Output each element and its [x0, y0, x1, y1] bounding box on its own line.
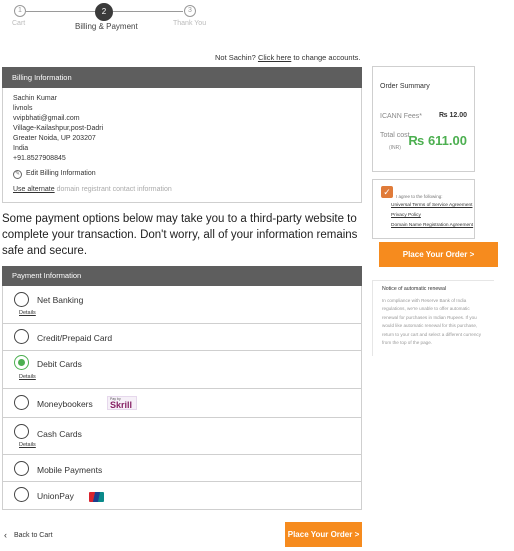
- unionpay-label[interactable]: UnionPay: [37, 491, 74, 501]
- step-thankyou-circle: 3: [184, 5, 196, 17]
- order-summary: Order Summary ICANN Fees* ₨ 12.00 Total …: [372, 66, 475, 172]
- step-cart-circle[interactable]: 1: [14, 5, 26, 17]
- moneybookers-label[interactable]: Moneybookers: [37, 399, 93, 409]
- credit-card-label[interactable]: Credit/Prepaid Card: [37, 333, 112, 343]
- billing-header: Billing Information: [2, 67, 362, 88]
- payment-security-note: Some payment options below may take you …: [2, 213, 358, 257]
- account-note-prefix: Not Sachin?: [215, 53, 256, 62]
- payment-option-moneybookers[interactable]: Moneybookers Pay by Skrill: [3, 389, 361, 418]
- net-banking-radio[interactable]: [14, 292, 29, 307]
- debit-cards-radio[interactable]: [14, 355, 29, 370]
- billing-phone: +91.8527908845: [13, 155, 66, 162]
- agree-checkbox[interactable]: ✓: [381, 186, 393, 198]
- total-cost-value: ₨ 611.00: [408, 133, 467, 148]
- debit-cards-details-link[interactable]: Details: [19, 374, 36, 380]
- alternate-contact-text: domain registrant contact information: [56, 186, 172, 193]
- payment-option-debit-cards[interactable]: Debit Cards Details: [3, 351, 361, 389]
- icann-fees-value: ₨ 12.00: [438, 112, 467, 119]
- cash-cards-label[interactable]: Cash Cards: [37, 429, 82, 439]
- billing-address: Village-Kailashpur,post-Dadri: [13, 125, 104, 132]
- auto-renewal-notice: Notice of automatic renewal In complianc…: [372, 280, 494, 356]
- registration-agreement-link[interactable]: Domain Name Registration Agreement: [391, 223, 473, 228]
- skrill-logo: Pay by Skrill: [107, 396, 137, 410]
- edit-billing-link[interactable]: ✎ Edit Billing Information: [13, 169, 351, 179]
- payment-option-cash-cards[interactable]: Cash Cards Details: [3, 418, 361, 455]
- renewal-title: Notice of automatic renewal: [382, 286, 447, 292]
- cash-cards-radio[interactable]: [14, 424, 29, 439]
- pencil-icon: ✎: [13, 169, 22, 179]
- step-billing-label: Billing & Payment: [75, 22, 138, 31]
- use-alternate-link[interactable]: Use alternate: [13, 186, 55, 193]
- skrill-brand: Skrill: [110, 400, 133, 410]
- agree-text: I agree to the following:: [396, 194, 443, 199]
- total-cost-currency: (INR): [389, 145, 401, 151]
- alternate-contact: Use alternate domain registrant contact …: [13, 185, 351, 195]
- change-account-link[interactable]: Click here: [258, 53, 291, 62]
- icann-fees-label: ICANN Fees*: [380, 113, 423, 120]
- step-thankyou-label: Thank You: [173, 20, 207, 27]
- place-order-button-bottom[interactable]: Place Your Order >: [285, 522, 362, 547]
- net-banking-details-link[interactable]: Details: [19, 310, 36, 316]
- payment-option-unionpay[interactable]: UnionPay: [3, 482, 361, 509]
- debit-cards-label[interactable]: Debit Cards: [37, 359, 82, 369]
- progress-line: [26, 11, 96, 12]
- back-to-cart-link[interactable]: ‹ Back to Cart: [4, 530, 53, 540]
- billing-country: India: [13, 145, 29, 152]
- renewal-text: In compliance with Reserve Bank of India…: [382, 298, 481, 346]
- mobile-payments-radio[interactable]: [14, 461, 29, 476]
- total-cost-label: Total cost: [380, 132, 410, 139]
- payment-header: Payment Information: [2, 266, 362, 286]
- credit-card-radio[interactable]: [14, 329, 29, 344]
- checkout-progress: 1 Cart 2 Billing & Payment 3 Thank You: [0, 0, 230, 34]
- unionpay-logo: [89, 492, 104, 502]
- terms-of-service-link[interactable]: Universal Terms of Service Agreement: [391, 203, 473, 208]
- moneybookers-radio[interactable]: [14, 395, 29, 410]
- billing-company: livnols: [13, 105, 33, 112]
- progress-line: [113, 11, 183, 12]
- back-to-cart-label: Back to Cart: [14, 531, 53, 539]
- net-banking-label[interactable]: Net Banking: [37, 295, 83, 305]
- payment-option-mobile-payments[interactable]: Mobile Payments: [3, 455, 361, 482]
- order-summary-title: Order Summary: [380, 83, 430, 90]
- unionpay-radio[interactable]: [14, 487, 29, 502]
- payment-option-credit-card[interactable]: Credit/Prepaid Card: [3, 324, 361, 351]
- billing-details: Sachin Kumar livnols vvipbhati@gmail.com…: [2, 88, 362, 203]
- billing-email: vvipbhati@gmail.com: [13, 115, 80, 122]
- cash-cards-details-link[interactable]: Details: [19, 442, 36, 448]
- chevron-left-icon: ‹: [4, 530, 7, 540]
- payment-option-net-banking[interactable]: Net Banking Details: [3, 286, 361, 324]
- place-order-button-side[interactable]: Place Your Order >: [379, 242, 498, 267]
- step-cart-label[interactable]: Cart: [12, 20, 25, 27]
- step-billing-circle: 2: [95, 3, 113, 21]
- billing-city: Greater Noida, UP 203207: [13, 135, 96, 142]
- terms-agreement: ✓ I agree to the following: Universal Te…: [372, 179, 475, 239]
- account-note-suffix: to change accounts.: [293, 53, 361, 62]
- account-note: Not Sachin? Click here to change account…: [215, 53, 361, 62]
- privacy-policy-link[interactable]: Privacy Policy: [391, 213, 421, 218]
- payment-options: Net Banking Details Credit/Prepaid Card …: [2, 286, 362, 510]
- edit-billing-label: Edit Billing Information: [26, 170, 96, 177]
- mobile-payments-label[interactable]: Mobile Payments: [37, 465, 102, 475]
- billing-name: Sachin Kumar: [13, 95, 57, 102]
